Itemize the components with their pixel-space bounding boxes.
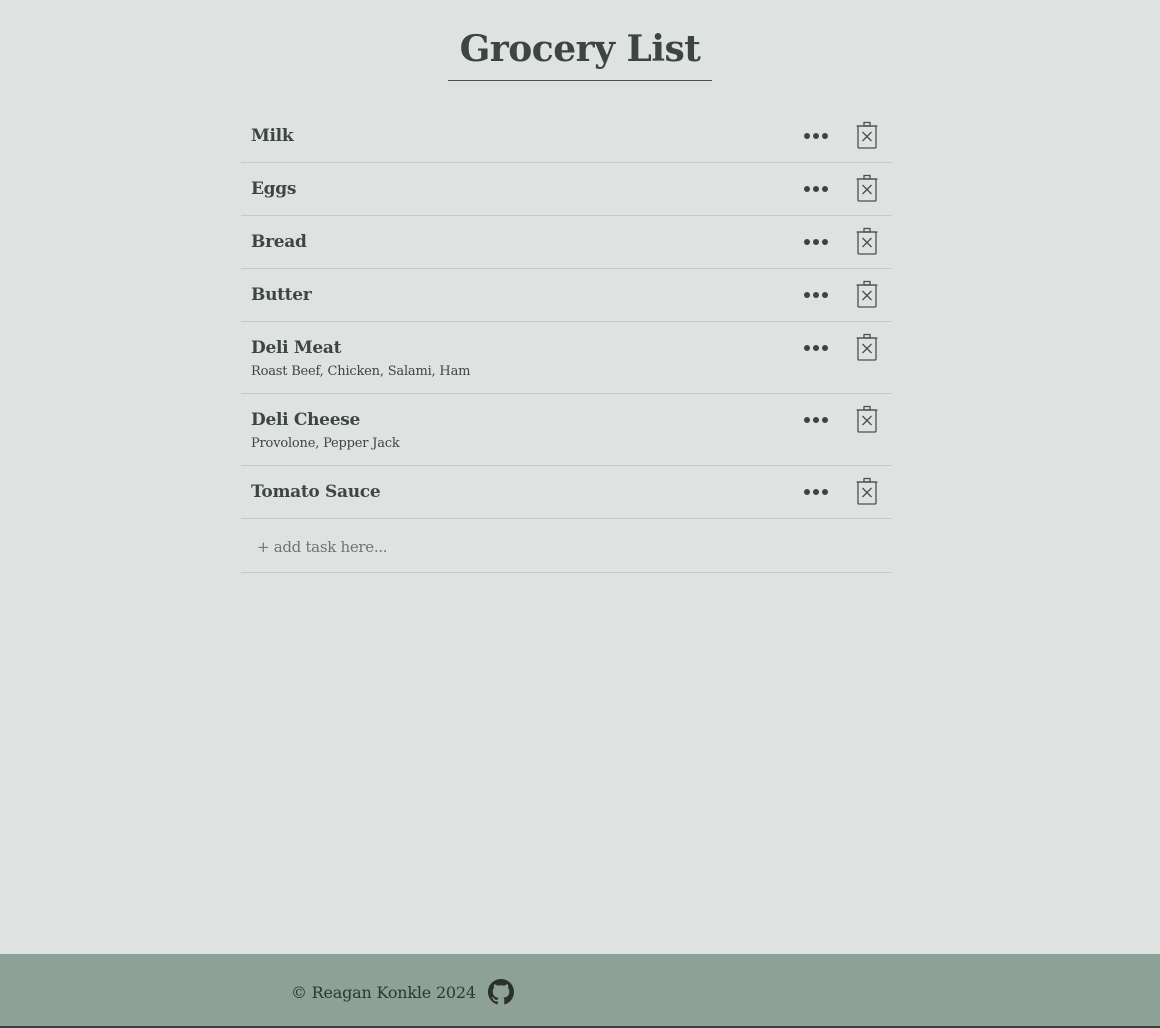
- trash-icon: [856, 333, 878, 361]
- more-options-button[interactable]: [800, 482, 832, 502]
- add-task-input[interactable]: [257, 538, 657, 556]
- more-options-icon: [804, 345, 810, 351]
- delete-button[interactable]: [855, 120, 879, 150]
- item-name: Bread: [251, 232, 307, 252]
- grocery-list: Milk Eggs Bread Butter Deli Meat Roast B…: [241, 110, 892, 573]
- item-name: Butter: [251, 285, 312, 305]
- delete-button[interactable]: [855, 404, 879, 434]
- header: Grocery List: [0, 28, 1160, 81]
- copyright-text: © Reagan Konkle 2024: [291, 982, 476, 1002]
- add-task-row: [241, 519, 892, 573]
- trash-icon: [856, 280, 878, 308]
- delete-button[interactable]: [855, 226, 879, 256]
- more-options-icon: [804, 186, 810, 192]
- item-name: Deli Cheese: [251, 410, 361, 430]
- list-item[interactable]: Butter: [241, 269, 892, 322]
- footer-content: © Reagan Konkle 2024: [291, 979, 514, 1005]
- item-detail: Roast Beef, Chicken, Salami, Ham: [251, 364, 471, 379]
- more-options-icon: [804, 489, 810, 495]
- list-item[interactable]: Milk: [241, 110, 892, 163]
- trash-icon: [856, 405, 878, 433]
- page-title: Grocery List: [447, 28, 713, 81]
- item-name: Eggs: [251, 179, 297, 199]
- item-name: Milk: [251, 126, 294, 146]
- more-options-button[interactable]: [800, 410, 832, 430]
- item-name: Deli Meat: [251, 338, 342, 358]
- more-options-button[interactable]: [800, 126, 832, 146]
- list-item[interactable]: Eggs: [241, 163, 892, 216]
- trash-icon: [856, 477, 878, 505]
- list-item[interactable]: Tomato Sauce: [241, 466, 892, 519]
- more-options-button[interactable]: [800, 179, 832, 199]
- item-name: Tomato Sauce: [251, 482, 381, 502]
- more-options-icon: [804, 417, 810, 423]
- list-item[interactable]: Deli Cheese Provolone, Pepper Jack: [241, 394, 892, 466]
- more-options-button[interactable]: [800, 285, 832, 305]
- more-options-icon: [804, 239, 810, 245]
- delete-button[interactable]: [855, 476, 879, 506]
- more-options-button[interactable]: [800, 232, 832, 252]
- github-icon[interactable]: [487, 979, 514, 1005]
- more-options-button[interactable]: [800, 338, 832, 358]
- trash-icon: [856, 121, 878, 149]
- delete-button[interactable]: [855, 279, 879, 309]
- list-item[interactable]: Deli Meat Roast Beef, Chicken, Salami, H…: [241, 322, 892, 394]
- delete-button[interactable]: [855, 332, 879, 362]
- more-options-icon: [804, 133, 810, 139]
- list-item[interactable]: Bread: [241, 216, 892, 269]
- footer: © Reagan Konkle 2024: [0, 954, 1160, 1028]
- delete-button[interactable]: [855, 173, 879, 203]
- trash-icon: [856, 227, 878, 255]
- trash-icon: [856, 174, 878, 202]
- more-options-icon: [804, 292, 810, 298]
- item-detail: Provolone, Pepper Jack: [251, 436, 400, 451]
